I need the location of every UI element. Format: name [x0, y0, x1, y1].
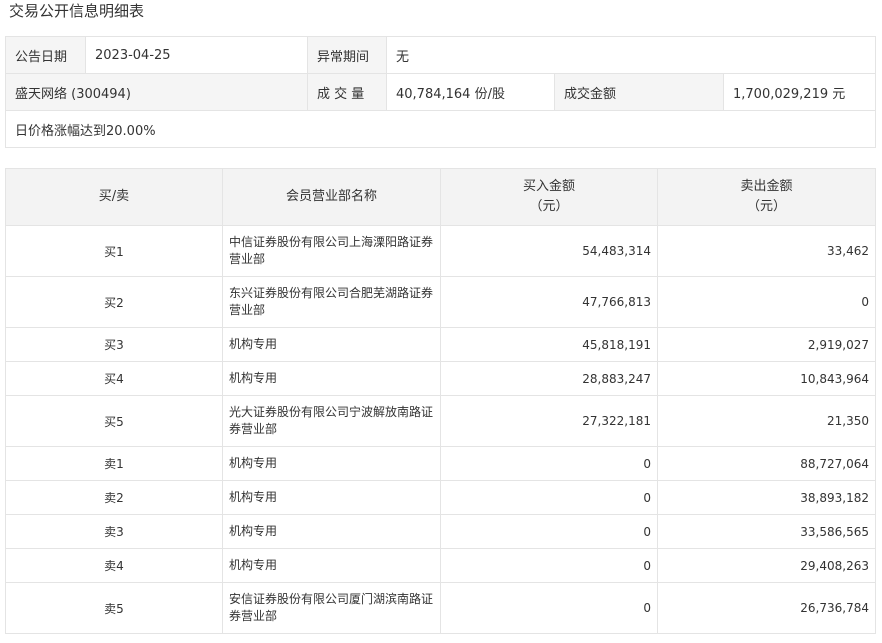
header-sell-label: 卖出金额: [740, 179, 793, 194]
header-buy-unit: （元）: [529, 199, 569, 214]
row-side: 买2: [5, 276, 223, 328]
table-row: 买3 机构专用 45,818,191 2,919,027: [5, 327, 876, 362]
abnormal-period-label: 异常期间: [307, 36, 387, 74]
row-branch-name: 中信证券股份有限公司上海溧阳路证券营业部: [222, 225, 441, 277]
row-buy-amount: 28,883,247: [440, 361, 658, 396]
turnover-label: 成交金额: [554, 73, 724, 111]
row-branch-name: 东兴证券股份有限公司合肥芜湖路证券营业部: [222, 276, 441, 328]
announce-date-value: 2023-04-25: [85, 36, 308, 74]
row-side: 卖1: [5, 446, 223, 481]
row-sell-amount: 88,727,064: [657, 446, 876, 481]
row-buy-amount: 0: [440, 446, 658, 481]
header-side: 买/卖: [5, 168, 223, 226]
volume-value: 40,784,164 份/股: [386, 73, 555, 111]
row-sell-amount: 33,586,565: [657, 514, 876, 549]
row-side: 卖5: [5, 582, 223, 634]
row-buy-amount: 0: [440, 548, 658, 583]
row-buy-amount: 0: [440, 480, 658, 515]
row-buy-amount: 47,766,813: [440, 276, 658, 328]
stock-name: 盛天网络 (300494): [5, 73, 308, 111]
abnormal-period-value: 无: [386, 36, 876, 74]
row-buy-amount: 27,322,181: [440, 395, 658, 447]
header-sell-unit: （元）: [746, 199, 786, 214]
header-sell: 卖出金额 （元）: [657, 168, 876, 226]
row-sell-amount: 38,893,182: [657, 480, 876, 515]
page-title: 交易公开信息明细表: [9, 2, 145, 20]
header-name: 会员营业部名称: [222, 168, 441, 226]
row-branch-name: 光大证券股份有限公司宁波解放南路证券营业部: [222, 395, 441, 447]
header-buy-label: 买入金额: [522, 179, 575, 194]
row-sell-amount: 33,462: [657, 225, 876, 277]
header-buy: 买入金额 （元）: [440, 168, 658, 226]
row-branch-name: 机构专用: [222, 480, 441, 515]
table-row: 买5 光大证券股份有限公司宁波解放南路证券营业部 27,322,181 21,3…: [5, 395, 876, 447]
detail-table: 买/卖 会员营业部名称 买入金额 （元） 卖出金额 （元） 买1 中信证券股份有…: [5, 168, 876, 634]
table-row: 卖2 机构专用 0 38,893,182: [5, 480, 876, 515]
row-side: 买5: [5, 395, 223, 447]
announce-date-label: 公告日期: [5, 36, 86, 74]
row-branch-name: 机构专用: [222, 514, 441, 549]
row-sell-amount: 26,736,784: [657, 582, 876, 634]
table-row: 卖4 机构专用 0 29,408,263: [5, 548, 876, 583]
volume-label: 成 交 量: [307, 73, 387, 111]
table-row: 买4 机构专用 28,883,247 10,843,964: [5, 361, 876, 396]
table-row: 卖1 机构专用 0 88,727,064: [5, 446, 876, 481]
row-sell-amount: 0: [657, 276, 876, 328]
row-side: 卖2: [5, 480, 223, 515]
row-side: 买3: [5, 327, 223, 362]
row-buy-amount: 45,818,191: [440, 327, 658, 362]
row-branch-name: 机构专用: [222, 446, 441, 481]
info-table: 公告日期 2023-04-25 异常期间 无 盛天网络 (300494) 成 交…: [5, 36, 876, 148]
table-row: 卖5 安信证券股份有限公司厦门湖滨南路证券营业部 0 26,736,784: [5, 582, 876, 634]
row-side: 卖4: [5, 548, 223, 583]
table-row: 卖3 机构专用 0 33,586,565: [5, 514, 876, 549]
row-side: 买1: [5, 225, 223, 277]
row-branch-name: 机构专用: [222, 327, 441, 362]
row-branch-name: 机构专用: [222, 548, 441, 583]
turnover-value: 1,700,029,219 元: [723, 73, 876, 111]
row-sell-amount: 10,843,964: [657, 361, 876, 396]
row-branch-name: 机构专用: [222, 361, 441, 396]
table-row: 买1 中信证券股份有限公司上海溧阳路证券营业部 54,483,314 33,46…: [5, 225, 876, 277]
row-sell-amount: 2,919,027: [657, 327, 876, 362]
row-sell-amount: 21,350: [657, 395, 876, 447]
row-branch-name: 安信证券股份有限公司厦门湖滨南路证券营业部: [222, 582, 441, 634]
row-side: 卖3: [5, 514, 223, 549]
row-buy-amount: 0: [440, 514, 658, 549]
table-row: 买2 东兴证券股份有限公司合肥芜湖路证券营业部 47,766,813 0: [5, 276, 876, 328]
row-sell-amount: 29,408,263: [657, 548, 876, 583]
row-buy-amount: 54,483,314: [440, 225, 658, 277]
reason-text: 日价格涨幅达到20.00%: [5, 110, 876, 148]
row-side: 买4: [5, 361, 223, 396]
row-buy-amount: 0: [440, 582, 658, 634]
